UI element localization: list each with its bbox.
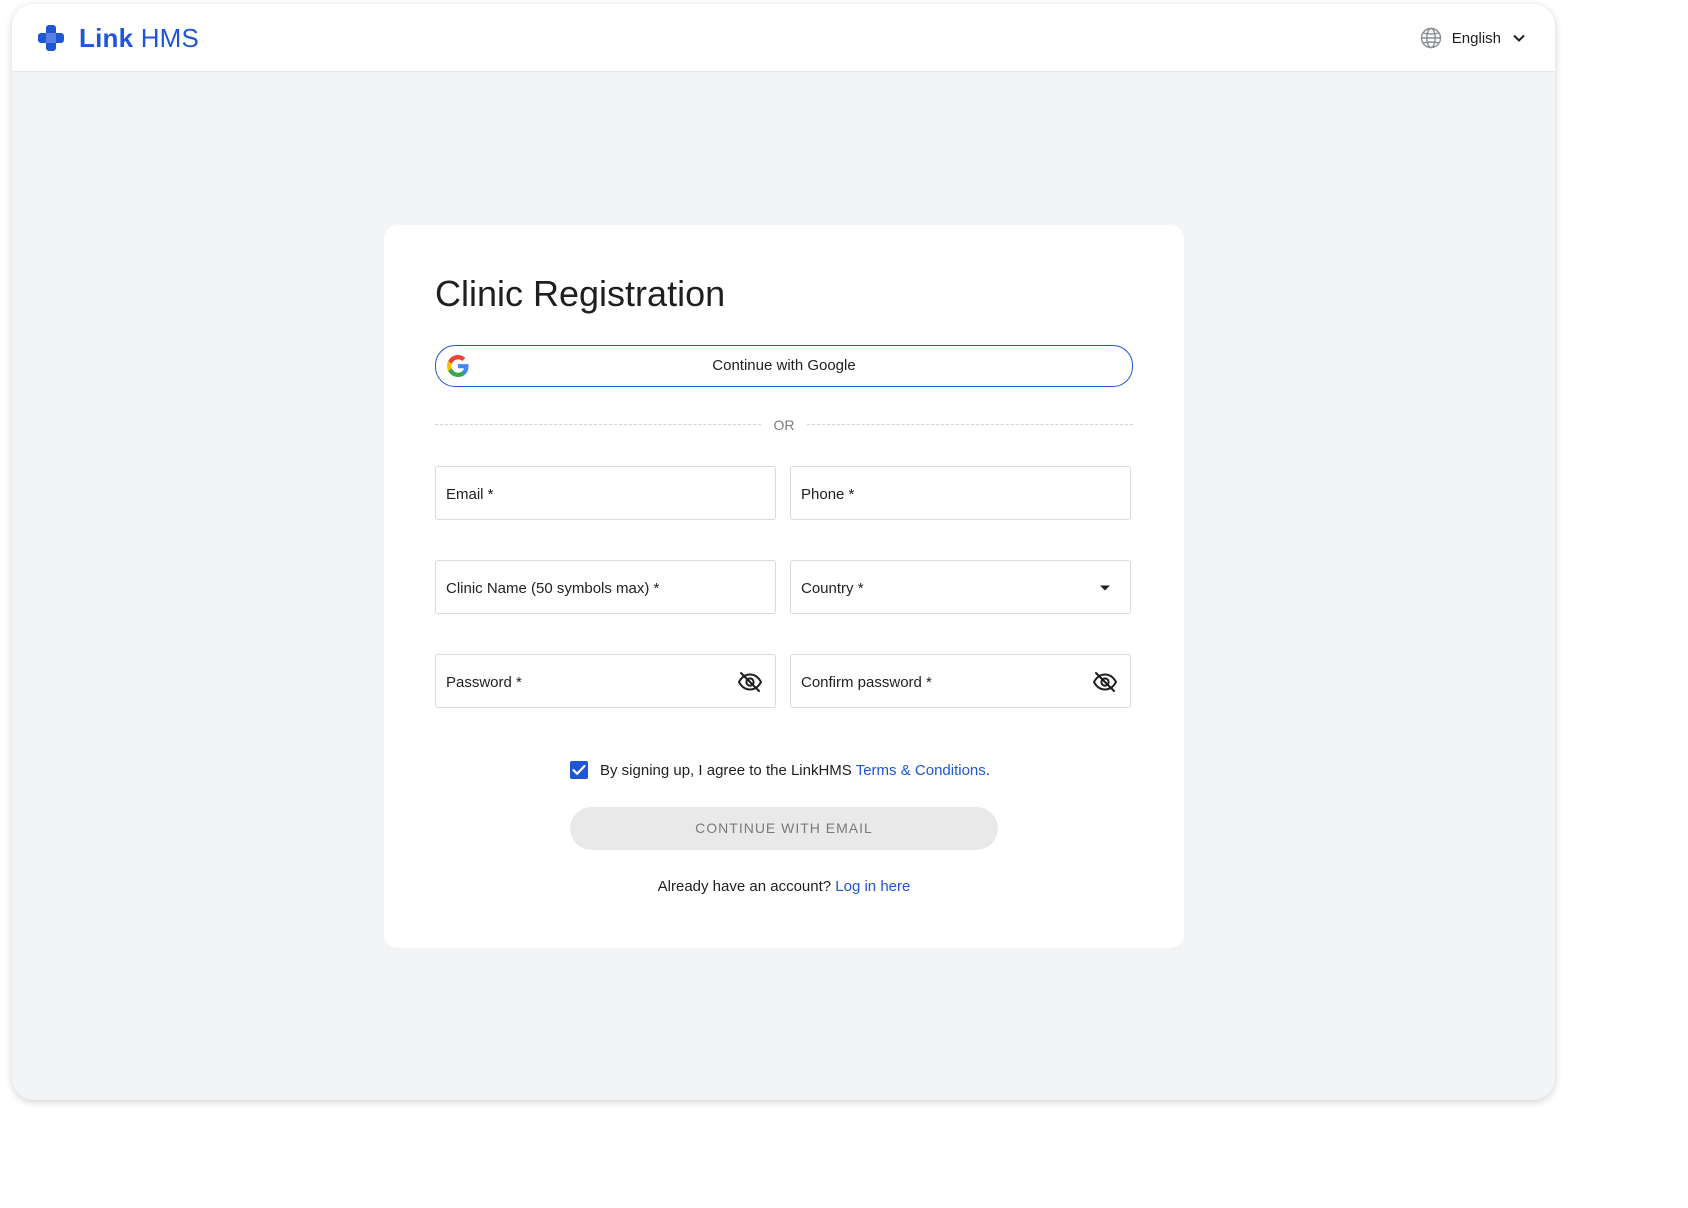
email-field[interactable]: Email *: [435, 466, 776, 520]
log-in-link[interactable]: Log in here: [835, 878, 910, 895]
password-field[interactable]: Password *: [435, 654, 776, 708]
phone-field-label: Phone *: [801, 486, 855, 503]
password-field-label: Password *: [446, 674, 522, 691]
language-label: English: [1451, 29, 1501, 47]
eye-off-icon[interactable]: [737, 670, 763, 694]
continue-with-email-label: CONTINUE WITH EMAIL: [695, 820, 873, 836]
registration-card: Clinic Registration Continue with Google…: [384, 225, 1184, 948]
google-button-label: Continue with Google: [712, 357, 856, 374]
logo[interactable]: Link HMS: [37, 23, 199, 53]
continue-with-email-button[interactable]: CONTINUE WITH EMAIL: [570, 807, 998, 850]
clinic-name-field[interactable]: Clinic Name (50 symbols max) *: [435, 560, 776, 614]
divider-line-right: [807, 424, 1133, 425]
divider-line-left: [435, 424, 761, 425]
terms-prefix: By signing up, I agree to the LinkHMS: [600, 761, 852, 779]
phone-field[interactable]: Phone *: [790, 466, 1131, 520]
top-bar: Link HMS English: [12, 4, 1555, 72]
divider-text: OR: [773, 417, 795, 433]
chevron-down-icon: [1513, 34, 1525, 42]
logo-word-hms: HMS: [140, 22, 200, 53]
country-select[interactable]: Country *: [790, 560, 1131, 614]
terms-checkbox[interactable]: [570, 761, 588, 779]
email-field-label: Email *: [446, 486, 494, 503]
language-selector[interactable]: English: [1420, 26, 1527, 50]
confirm-password-field-label: Confirm password *: [801, 674, 932, 691]
check-icon: [572, 764, 586, 775]
clinic-name-field-label: Clinic Name (50 symbols max) *: [446, 580, 660, 597]
page-title: Clinic Registration: [435, 273, 726, 314]
login-prompt-text: Already have an account?: [657, 878, 832, 895]
terms-text: By signing up, I agree to the LinkHMS Te…: [600, 762, 990, 779]
terms-agreement: By signing up, I agree to the LinkHMS Te…: [570, 759, 990, 781]
caret-down-icon[interactable]: [1092, 576, 1118, 600]
terms-link[interactable]: Terms & Conditions: [856, 762, 986, 779]
app-window: Link HMS English Clinic Registration Con…: [12, 4, 1555, 1100]
continue-with-google-button[interactable]: Continue with Google: [435, 345, 1133, 387]
logo-text: Link HMS: [79, 23, 199, 54]
country-select-label: Country *: [801, 580, 864, 597]
plus-cross-logo-icon: [38, 25, 64, 51]
logo-word-link: Link: [79, 22, 134, 53]
eye-off-icon[interactable]: [1092, 670, 1118, 694]
terms-suffix: .: [985, 761, 990, 779]
globe-icon: [1420, 27, 1441, 49]
confirm-password-field[interactable]: Confirm password *: [790, 654, 1131, 708]
login-prompt: Already have an account? Log in here: [384, 878, 1184, 895]
or-divider: OR: [435, 415, 1133, 435]
